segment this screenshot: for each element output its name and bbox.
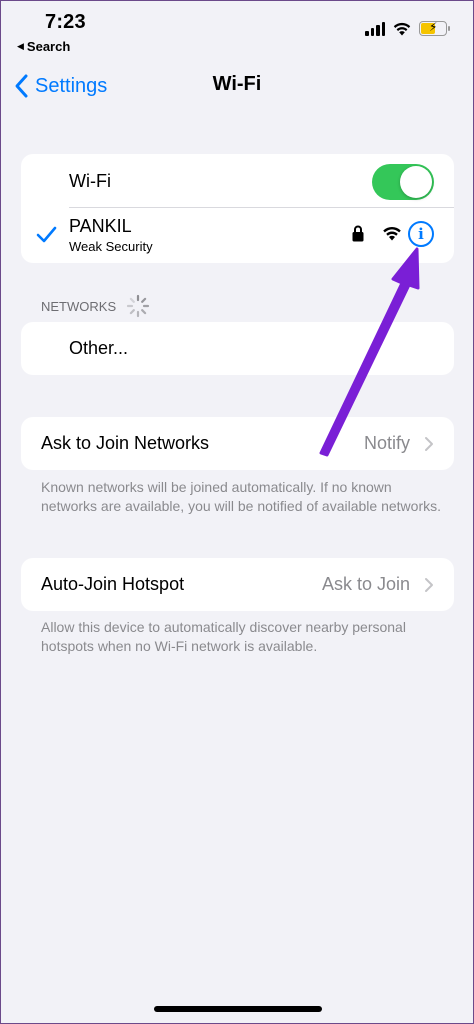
wifi-label: Wi-Fi (69, 171, 111, 191)
wifi-card: Wi-Fi PANKIL Weak Security i (21, 154, 454, 263)
battery-icon: ⚡ (419, 20, 450, 36)
connected-network-row[interactable]: PANKIL Weak Security i (21, 208, 454, 263)
network-name: PANKIL (69, 216, 132, 236)
loading-spinner-icon (127, 294, 150, 318)
info-icon: i (418, 225, 424, 243)
ask-to-join-footnote: Known networks will be joined automatica… (41, 479, 441, 514)
navigation-bar: Settings Wi-Fi (1, 65, 473, 109)
networks-header-label: NETWORKS (41, 298, 117, 314)
auto-join-hotspot-label: Auto-Join Hotspot (41, 574, 185, 594)
chevron-right-icon (425, 437, 433, 451)
status-time: 7:23 (45, 11, 86, 33)
charging-bolt-icon: ⚡ (429, 20, 438, 34)
ask-to-join-value: Notify (363, 433, 410, 453)
wifi-signal-icon (383, 226, 401, 241)
networks-section-header: NETWORKS (41, 294, 150, 318)
wifi-status-icon (393, 22, 411, 35)
wifi-toggle[interactable] (372, 164, 434, 200)
ask-to-join-label: Ask to Join Networks (41, 433, 210, 453)
home-indicator[interactable] (154, 1006, 322, 1012)
auto-join-hotspot-value: Ask to Join (321, 574, 410, 594)
back-to-app-button[interactable]: ◀ Search (17, 39, 70, 54)
other-network-card[interactable]: Other... (21, 322, 454, 375)
auto-join-hotspot-row[interactable]: Auto-Join Hotspot Ask to Join (21, 558, 454, 611)
lock-icon (352, 225, 364, 242)
back-app-label: Search (26, 39, 71, 54)
page-title: Wi-Fi (212, 73, 262, 95)
network-security-label: Weak Security (69, 239, 153, 254)
back-triangle-icon: ◀ (17, 41, 24, 51)
wifi-toggle-row: Wi-Fi (21, 154, 454, 208)
other-network-label: Other... (69, 338, 129, 358)
network-info-button[interactable]: i (408, 221, 434, 247)
checkmark-icon (36, 226, 57, 243)
chevron-right-icon (425, 578, 433, 592)
ask-to-join-row[interactable]: Ask to Join Networks Notify (21, 417, 454, 470)
status-bar: 7:23 ◀ Search ⚡ (1, 1, 473, 59)
cellular-signal-icon (365, 21, 385, 36)
status-icons: ⚡ (365, 20, 450, 36)
auto-join-hotspot-footnote: Allow this device to automatically disco… (41, 619, 406, 654)
